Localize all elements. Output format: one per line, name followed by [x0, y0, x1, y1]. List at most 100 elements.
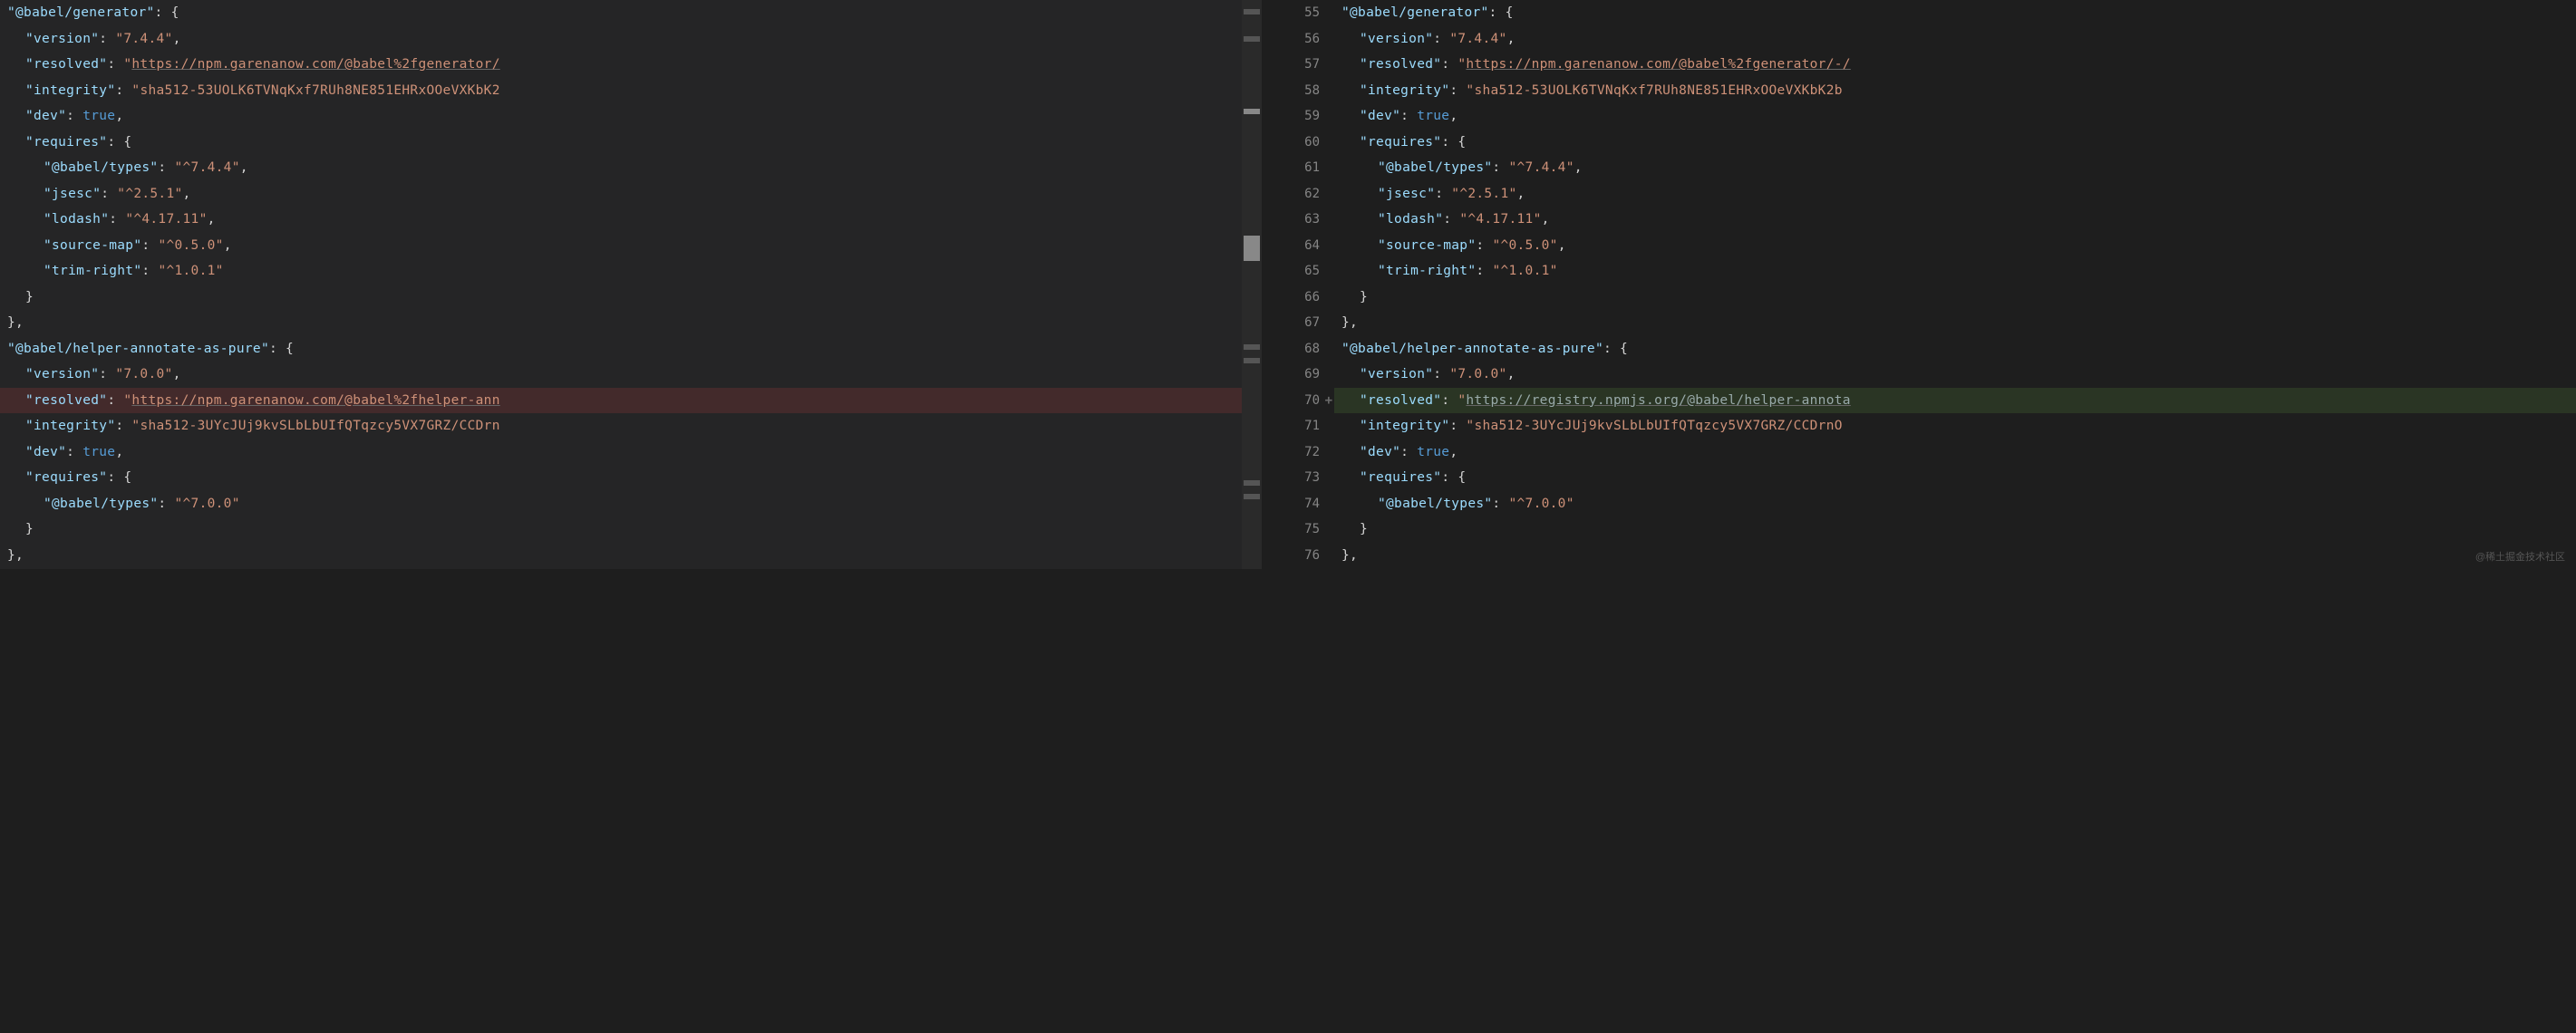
json-key: dev: [34, 109, 58, 123]
json-key: @babel/types: [1386, 497, 1484, 511]
line-number[interactable]: 59: [1262, 103, 1334, 130]
line-number[interactable]: 71: [1262, 413, 1334, 439]
json-value: ^7.0.0: [183, 497, 232, 511]
code-line[interactable]: "@babel/helper-annotate-as-pure": {: [1334, 336, 2576, 362]
code-line[interactable]: "@babel/types": "^7.4.4",: [1334, 155, 2576, 181]
code-line[interactable]: "trim-right": "^1.0.1": [0, 258, 1242, 285]
ruler-mark: [1244, 9, 1260, 14]
ruler-mark: [1244, 480, 1260, 486]
code-line[interactable]: "integrity": "sha512-53UOLK6TVNqKxf7RUh8…: [0, 78, 1242, 104]
line-number[interactable]: 58: [1262, 78, 1334, 104]
code-line[interactable]: "requires": {: [0, 465, 1242, 491]
code-line[interactable]: "dev": true,: [0, 103, 1242, 130]
line-number[interactable]: 69: [1262, 362, 1334, 388]
line-number[interactable]: 65: [1262, 258, 1334, 285]
json-key: lodash: [52, 212, 101, 227]
code-line[interactable]: "integrity": "sha512-3UYcJUj9kvSLbLbUIfQ…: [1334, 413, 2576, 439]
json-key: source-map: [52, 238, 133, 253]
code-line[interactable]: "@babel/generator": {: [1334, 0, 2576, 26]
json-key: requires: [1368, 470, 1433, 485]
code-line[interactable]: "source-map": "^0.5.0",: [0, 233, 1242, 259]
line-number[interactable]: 63: [1262, 207, 1334, 233]
json-key: @babel/helper-annotate-as-pure: [1350, 342, 1595, 356]
json-url[interactable]: https://registry.npmjs.org/@babel/helper…: [1466, 393, 1850, 408]
json-key: integrity: [1368, 83, 1441, 98]
line-number[interactable]: 72: [1262, 439, 1334, 466]
code-line[interactable]: "resolved": "https://npm.garenanow.com/@…: [0, 52, 1242, 78]
ruler-mark: [1244, 109, 1260, 114]
code-line[interactable]: "lodash": "^4.17.11",: [1334, 207, 2576, 233]
code-line[interactable]: "version": "7.4.4",: [1334, 26, 2576, 53]
json-key: version: [1368, 32, 1425, 46]
json-value: ^2.5.1: [1459, 187, 1508, 201]
code-line[interactable]: "@babel/helper-annotate-as-pure": {: [0, 336, 1242, 362]
code-line[interactable]: "lodash": "^4.17.11",: [0, 207, 1242, 233]
code-line-deleted[interactable]: "resolved": "https://npm.garenanow.com/@…: [0, 388, 1242, 414]
json-url[interactable]: https://npm.garenanow.com/@babel%2fhelpe…: [131, 393, 499, 408]
code-line[interactable]: "requires": {: [1334, 130, 2576, 156]
code-line[interactable]: "@babel/generator": {: [0, 0, 1242, 26]
json-key: @babel/types: [52, 160, 150, 175]
code-line[interactable]: "version": "7.0.0",: [1334, 362, 2576, 388]
diff-left-pane[interactable]: "@babel/generator": { "version": "7.4.4"…: [0, 0, 1242, 569]
line-number[interactable]: 76: [1262, 543, 1334, 569]
code-line[interactable]: "trim-right": "^1.0.1": [1334, 258, 2576, 285]
json-key: @babel/types: [52, 497, 150, 511]
line-number[interactable]: 56: [1262, 26, 1334, 53]
line-number[interactable]: 62: [1262, 181, 1334, 208]
code-line-added[interactable]: "resolved": "https://registry.npmjs.org/…: [1334, 388, 2576, 414]
line-number[interactable]: 74: [1262, 491, 1334, 517]
ruler-mark: [1244, 358, 1260, 363]
json-url[interactable]: https://npm.garenanow.com/@babel%2fgener…: [131, 57, 499, 72]
code-line[interactable]: }: [0, 516, 1242, 543]
line-number[interactable]: 75: [1262, 516, 1334, 543]
json-key: integrity: [34, 419, 107, 433]
code-line[interactable]: "jsesc": "^2.5.1",: [1334, 181, 2576, 208]
json-key: integrity: [1368, 419, 1441, 433]
code-line[interactable]: },: [0, 543, 1242, 569]
json-value: ^0.5.0: [1500, 238, 1549, 253]
code-line[interactable]: "dev": true,: [0, 439, 1242, 466]
code-line[interactable]: "dev": true,: [1334, 439, 2576, 466]
code-line[interactable]: }: [0, 285, 1242, 311]
code-line[interactable]: "jsesc": "^2.5.1",: [0, 181, 1242, 208]
line-number[interactable]: 64: [1262, 233, 1334, 259]
diff-view: "@babel/generator": { "version": "7.4.4"…: [0, 0, 2576, 569]
json-value: ^7.4.4: [1517, 160, 1566, 175]
code-line[interactable]: "dev": true,: [1334, 103, 2576, 130]
code-line[interactable]: "version": "7.4.4",: [0, 26, 1242, 53]
json-value: sha512-53UOLK6TVNqKxf7RUh8NE851EHRxOOeVX…: [1474, 83, 1842, 98]
json-key: trim-right: [1386, 264, 1467, 278]
code-line[interactable]: "@babel/types": "^7.0.0": [1334, 491, 2576, 517]
overview-ruler[interactable]: [1242, 0, 1262, 569]
json-key: resolved: [34, 57, 99, 72]
code-line[interactable]: }: [1334, 516, 2576, 543]
code-line[interactable]: "resolved": "https://npm.garenanow.com/@…: [1334, 52, 2576, 78]
line-number-modified[interactable]: 70+: [1262, 388, 1334, 414]
code-line[interactable]: "requires": {: [1334, 465, 2576, 491]
line-number[interactable]: 57: [1262, 52, 1334, 78]
ruler-mark: [1244, 36, 1260, 42]
line-number[interactable]: 66: [1262, 285, 1334, 311]
code-line[interactable]: "version": "7.0.0",: [0, 362, 1242, 388]
code-line[interactable]: }: [1334, 285, 2576, 311]
code-line[interactable]: "integrity": "sha512-3UYcJUj9kvSLbLbUIfQ…: [0, 413, 1242, 439]
line-number[interactable]: 55: [1262, 0, 1334, 26]
code-line[interactable]: },: [1334, 310, 2576, 336]
code-line[interactable]: "integrity": "sha512-53UOLK6TVNqKxf7RUh8…: [1334, 78, 2576, 104]
line-number[interactable]: 61: [1262, 155, 1334, 181]
line-number[interactable]: 68: [1262, 336, 1334, 362]
json-key: source-map: [1386, 238, 1467, 253]
line-number[interactable]: 67: [1262, 310, 1334, 336]
line-number[interactable]: 60: [1262, 130, 1334, 156]
code-line[interactable]: },: [1334, 543, 2576, 569]
line-number[interactable]: 73: [1262, 465, 1334, 491]
code-line[interactable]: "@babel/types": "^7.4.4",: [0, 155, 1242, 181]
code-line[interactable]: "source-map": "^0.5.0",: [1334, 233, 2576, 259]
code-line[interactable]: "requires": {: [0, 130, 1242, 156]
json-url[interactable]: https://npm.garenanow.com/@babel%2fgener…: [1466, 57, 1850, 72]
diff-right-pane[interactable]: "@babel/generator": { "version": "7.4.4"…: [1334, 0, 2576, 569]
code-line[interactable]: "@babel/types": "^7.0.0": [0, 491, 1242, 517]
code-line[interactable]: },: [0, 310, 1242, 336]
json-bool: true: [1417, 109, 1449, 123]
